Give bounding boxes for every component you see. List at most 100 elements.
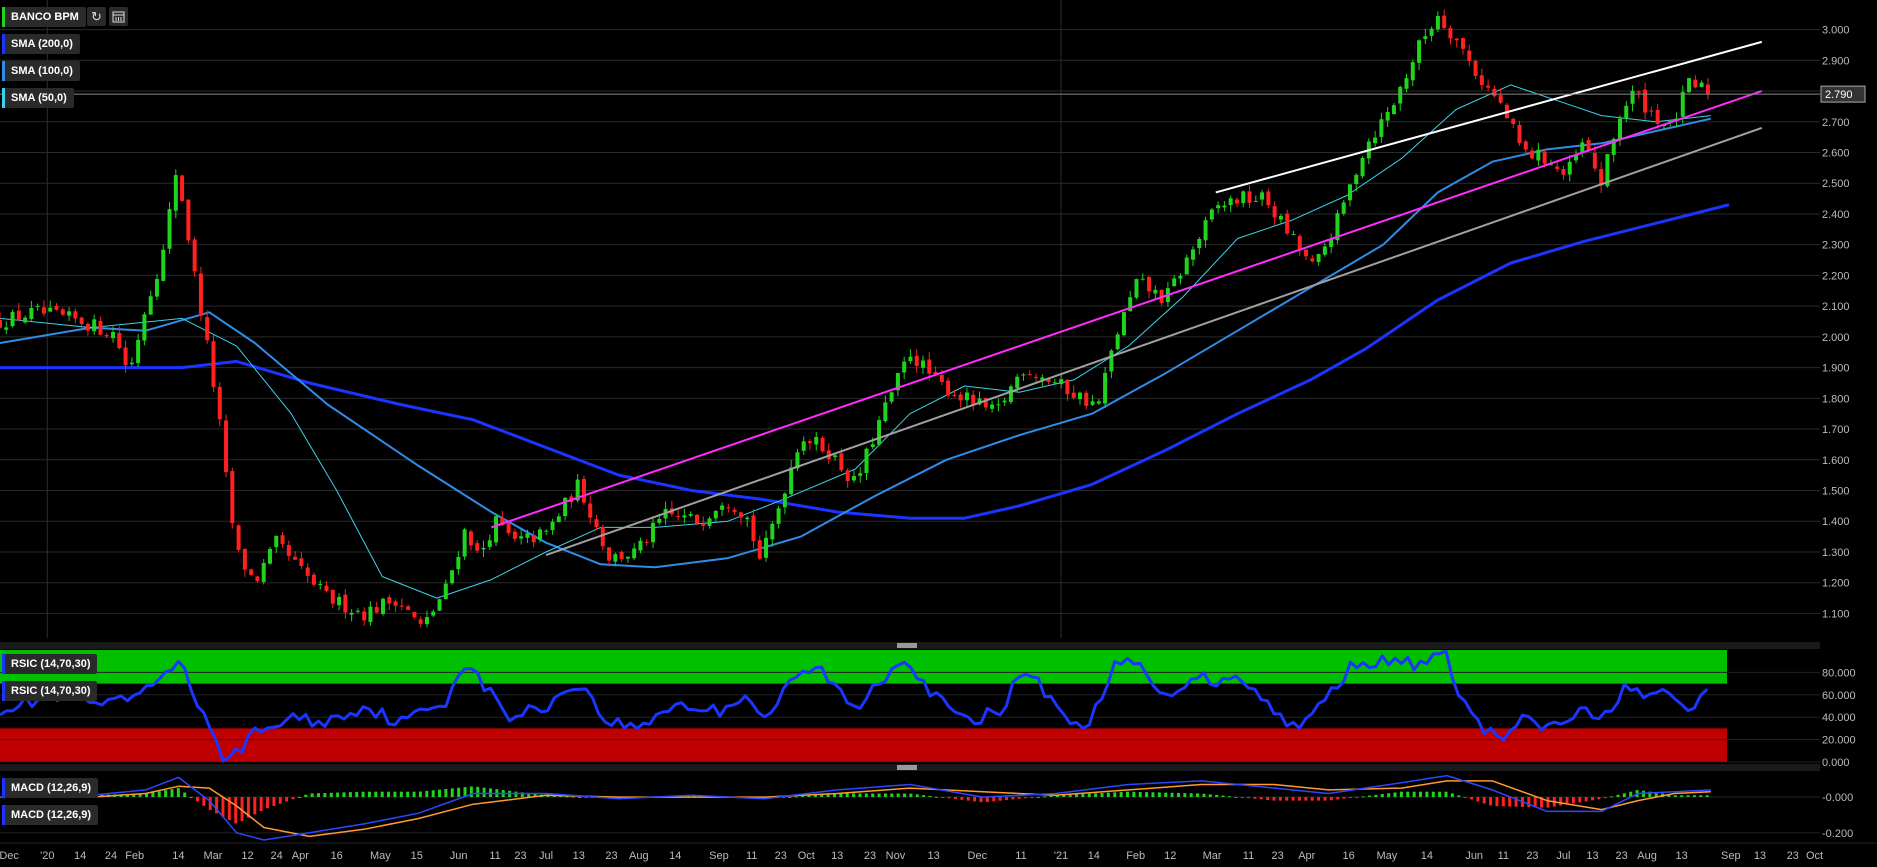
time-tick-label: 12	[1164, 850, 1176, 862]
candle-body	[1630, 90, 1635, 104]
instrument-tag[interactable]: BANCO BPM	[2, 7, 86, 27]
macd-histogram-bar	[374, 791, 378, 798]
time-tick-label: 13	[831, 850, 843, 862]
candle-body	[1172, 278, 1177, 287]
candle-body	[1008, 386, 1013, 402]
time-tick-label: 11	[1015, 850, 1026, 862]
candle-body	[1216, 205, 1221, 209]
price-tick-label: 2.700	[1822, 117, 1850, 129]
macd-tag-top[interactable]: MACD (12,26,9)	[2, 778, 99, 798]
macd-histogram-bar	[985, 797, 989, 802]
time-tick-label: 16	[1342, 850, 1354, 862]
rsi-overbought-zone	[0, 650, 1727, 684]
time-tick-label: 16	[331, 850, 343, 862]
sma-200-tag[interactable]: SMA (200,0)	[2, 34, 80, 54]
candle-body	[751, 515, 756, 542]
time-tick-label: Jun	[450, 850, 468, 862]
macd-histogram-bar	[1227, 796, 1231, 798]
macd-histogram-bar	[807, 795, 811, 798]
sma-50-tag[interactable]: SMA (50,0)	[2, 88, 74, 108]
candle-body	[556, 516, 561, 523]
rsi-tick-label: 40.000	[1822, 712, 1856, 724]
candle-body	[1435, 15, 1440, 30]
macd-histogram-bar	[1317, 797, 1321, 801]
candle-body	[1542, 151, 1547, 164]
candle-body	[418, 619, 423, 624]
macd-histogram-bar	[1272, 797, 1276, 801]
macd-histogram-bar	[361, 791, 365, 798]
rsi-tick-label: 20.000	[1822, 735, 1856, 747]
macd-histogram-bar	[1361, 796, 1365, 798]
macd-tag-bottom[interactable]: MACD (12,26,9)	[2, 805, 99, 825]
macd-histogram-bar	[1145, 792, 1149, 798]
macd-histogram-bar	[1692, 795, 1696, 798]
macd-histogram-bar	[1355, 797, 1359, 799]
candle-body	[1680, 92, 1685, 117]
candle-body	[1329, 239, 1334, 247]
macd-histogram-bar	[1584, 797, 1588, 802]
macd-histogram-bar	[285, 797, 289, 802]
candle-body	[1705, 84, 1710, 95]
refresh-button[interactable]: ↻	[87, 7, 106, 26]
rsi-tag-bottom[interactable]: RSIC (14,70,30)	[2, 681, 98, 701]
candle-body	[864, 448, 869, 473]
candle-body	[280, 535, 285, 544]
candle-body	[1002, 400, 1007, 403]
macd-histogram-bar	[1686, 795, 1690, 798]
candle-body	[92, 319, 97, 332]
candle-body	[902, 361, 907, 373]
macd-histogram-bar	[1285, 797, 1289, 801]
candle-body	[990, 404, 995, 409]
splitter-top[interactable]	[0, 642, 1820, 649]
candle-body	[1027, 374, 1032, 376]
candle-body	[1649, 110, 1654, 112]
candle-body	[450, 570, 455, 584]
candle-body	[607, 547, 612, 561]
candle-body	[481, 547, 486, 550]
macd-histogram-bar	[1450, 793, 1454, 798]
macd-histogram-bar	[189, 796, 193, 798]
sma-100-color-marker	[2, 61, 5, 81]
macd-histogram-bar	[367, 791, 371, 798]
candle-body	[1304, 249, 1309, 257]
macd-histogram-bar	[1017, 797, 1021, 799]
macd-histogram-bar	[1094, 793, 1098, 798]
macd-histogram-bar	[1075, 794, 1079, 798]
time-tick-label: 12	[241, 850, 253, 862]
candle-body	[1285, 213, 1290, 234]
candle-body	[104, 334, 109, 337]
macd-histogram-bar	[272, 797, 276, 807]
macd-histogram-bar	[941, 797, 945, 799]
time-tick-label: 14	[1088, 850, 1100, 862]
candle-body	[217, 386, 222, 420]
candle-body	[1423, 36, 1428, 40]
candle-body	[701, 523, 706, 526]
macd-histogram-bar	[291, 797, 295, 800]
candle-body	[1373, 137, 1378, 144]
sma-200-label: SMA (200,0)	[11, 38, 73, 50]
candle-body	[588, 503, 593, 518]
candle-body	[293, 556, 298, 560]
candle-body	[525, 533, 530, 538]
macd-histogram-bar	[1157, 792, 1161, 798]
macd-histogram-bar	[877, 793, 881, 798]
candle-body	[242, 548, 247, 570]
candle-body	[437, 599, 442, 611]
calendar-button[interactable]	[109, 7, 128, 26]
candle-body	[946, 380, 951, 396]
sma-100-tag[interactable]: SMA (100,0)	[2, 61, 80, 81]
macd-histogram-bar	[1616, 794, 1620, 798]
macd-histogram-bar	[979, 797, 983, 803]
sma-100-label: SMA (100,0)	[11, 65, 73, 77]
candle-body	[1153, 289, 1158, 294]
time-tick-label: Sep	[1721, 850, 1741, 862]
candle-body	[581, 478, 586, 503]
macd-histogram-bar	[476, 786, 480, 798]
candle-body	[1021, 374, 1026, 376]
stock-chart[interactable]: 3.0002.9002.8002.7002.6002.5002.4002.300…	[0, 0, 1877, 867]
splitter-bottom[interactable]	[0, 764, 1820, 771]
price-tick-label: 2.900	[1822, 55, 1850, 67]
rsi-tag-top[interactable]: RSIC (14,70,30)	[2, 654, 98, 674]
time-tick-label: 24	[105, 850, 117, 862]
candle-body	[1272, 206, 1277, 218]
